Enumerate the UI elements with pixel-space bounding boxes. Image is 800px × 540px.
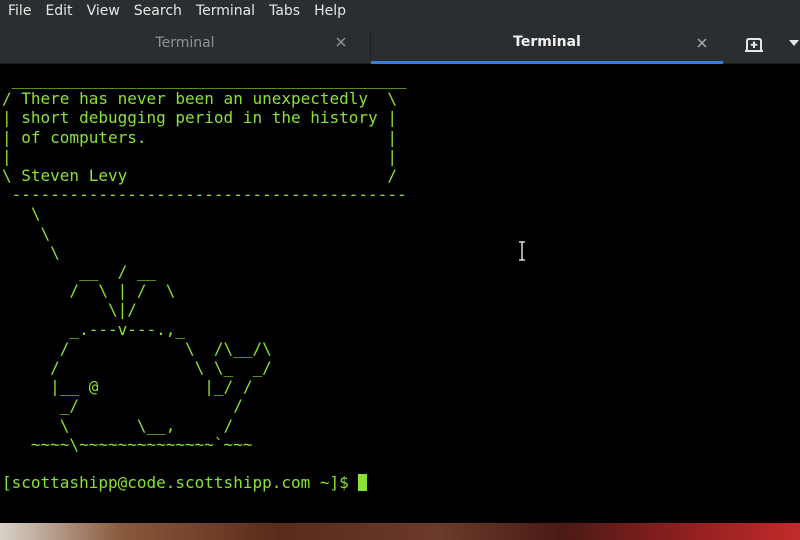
- menu-view[interactable]: View: [80, 0, 127, 22]
- menu-search[interactable]: Search: [127, 0, 189, 22]
- menu-tabs[interactable]: Tabs: [262, 0, 307, 22]
- terminal-output: ________________________________________…: [2, 70, 407, 454]
- tab-label: Terminal: [513, 33, 581, 50]
- terminal-view[interactable]: ________________________________________…: [0, 65, 800, 523]
- terminal-cursor: [358, 474, 368, 492]
- desktop-background: [0, 523, 800, 540]
- tab-tools: [723, 22, 800, 64]
- tab-terminal-1[interactable]: Terminal: [0, 22, 370, 64]
- close-icon[interactable]: [695, 36, 709, 50]
- tab-terminal-2[interactable]: Terminal: [371, 22, 723, 64]
- menu-bar: File Edit View Search Terminal Tabs Help: [0, 0, 800, 22]
- close-icon[interactable]: [334, 35, 348, 49]
- ibeam-cursor-icon: [519, 241, 525, 261]
- menu-terminal[interactable]: Terminal: [189, 0, 262, 22]
- terminal-content[interactable]: ________________________________________…: [2, 70, 407, 492]
- menu-edit[interactable]: Edit: [38, 0, 79, 22]
- new-tab-icon[interactable]: [744, 35, 764, 53]
- tab-bar: Terminal Terminal: [0, 22, 800, 64]
- chevron-down-icon[interactable]: [789, 40, 799, 46]
- menu-help[interactable]: Help: [307, 0, 353, 22]
- shell-prompt: [scottashipp@code.scottshipp.com ~]$: [2, 473, 359, 493]
- tab-label: Terminal: [155, 35, 215, 51]
- menu-file[interactable]: File: [1, 0, 38, 22]
